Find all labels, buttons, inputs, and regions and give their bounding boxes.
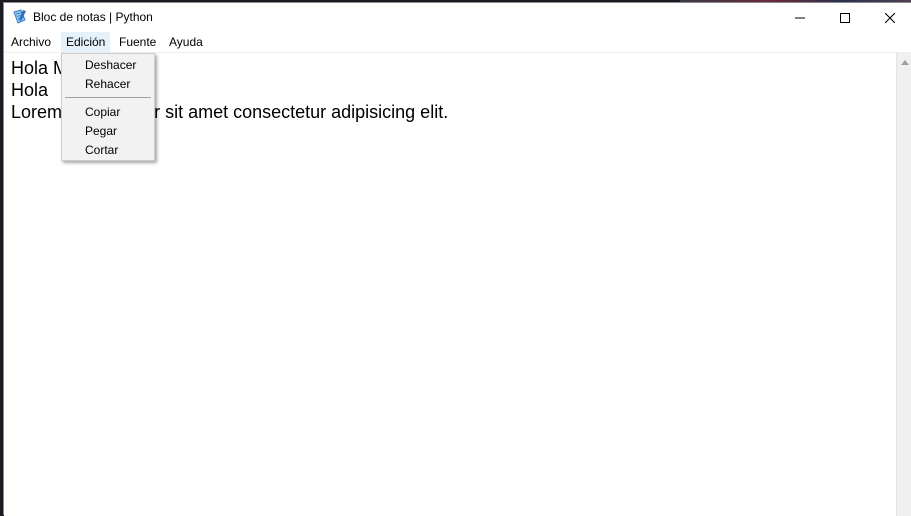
- vertical-scrollbar[interactable]: [896, 53, 911, 516]
- maximize-button[interactable]: [822, 3, 868, 32]
- notepad-window: Bloc de notas | Python Archivo Edición F…: [3, 2, 911, 516]
- menu-ayuda[interactable]: Ayuda: [164, 32, 208, 52]
- menu-item-pegar[interactable]: Pegar: [64, 122, 152, 141]
- menu-archivo[interactable]: Archivo: [6, 32, 56, 52]
- editor-line: Hola: [11, 80, 49, 100]
- menu-edicion[interactable]: Edición: [61, 32, 111, 52]
- window-title: Bloc de notas | Python: [33, 10, 153, 24]
- maximize-icon: [840, 12, 850, 23]
- scrollbar-track[interactable]: [899, 70, 910, 510]
- notepad-app-icon: [12, 9, 28, 25]
- menu-separator: [65, 97, 151, 98]
- menu-bar: Archivo Edición Fuente Ayuda: [4, 32, 911, 53]
- minimize-icon: [795, 13, 805, 23]
- close-icon: [885, 12, 895, 23]
- menu-item-copiar[interactable]: Copiar: [64, 103, 152, 122]
- title-bar[interactable]: Bloc de notas | Python: [4, 3, 911, 32]
- scroll-up-button[interactable]: [897, 53, 911, 69]
- menu-item-cortar[interactable]: Cortar: [64, 141, 152, 160]
- menu-fuente[interactable]: Fuente: [114, 32, 161, 52]
- edit-menu-dropdown: Deshacer Rehacer Copiar Pegar Cortar: [61, 53, 155, 161]
- menu-item-rehacer[interactable]: Rehacer: [64, 75, 152, 94]
- minimize-button[interactable]: [777, 3, 823, 32]
- scroll-up-arrow-icon: [900, 52, 909, 70]
- menu-item-deshacer[interactable]: Deshacer: [64, 56, 152, 75]
- close-button[interactable]: [867, 3, 911, 32]
